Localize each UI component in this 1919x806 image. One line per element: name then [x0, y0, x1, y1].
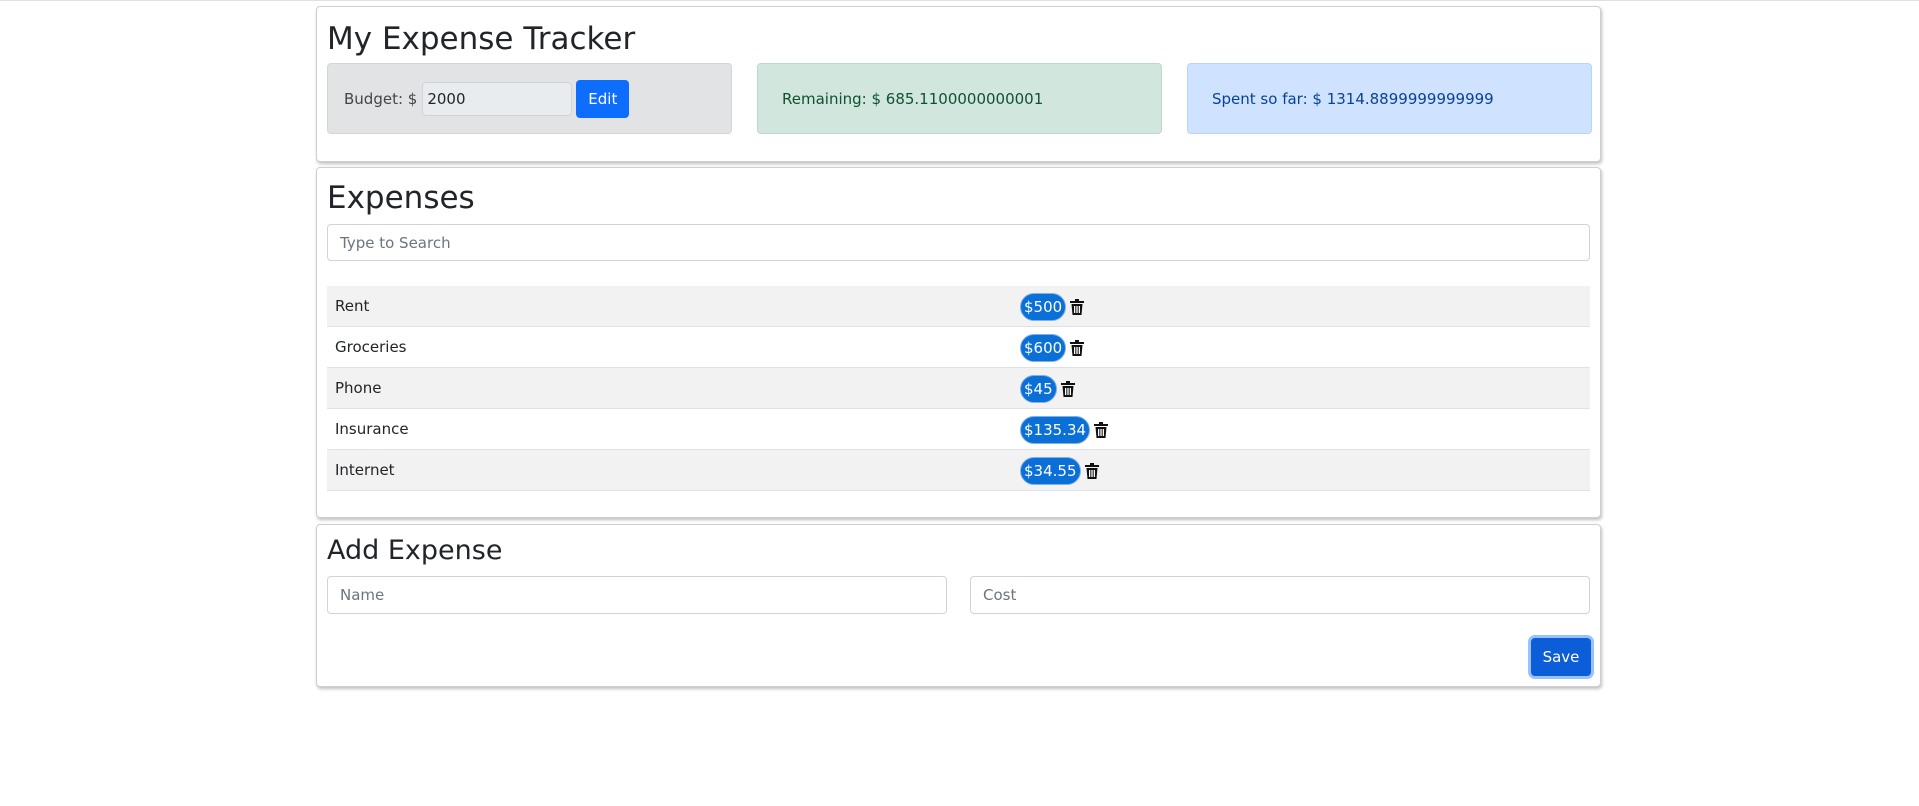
expense-name: Groceries — [335, 338, 407, 356]
expense-cost-badge: $34.55 — [1020, 457, 1081, 485]
remaining-text: Remaining: $ 685.1100000000001 — [782, 89, 1044, 108]
trash-icon[interactable] — [1060, 381, 1075, 397]
expense-row: Insurance $135.34 — [327, 409, 1590, 450]
expense-name: Insurance — [335, 420, 409, 438]
expense-row: Internet $34.55 — [327, 450, 1590, 491]
expense-cost-group: $600 — [1020, 334, 1085, 362]
edit-budget-button[interactable]: Edit — [576, 79, 630, 118]
expense-name: Rent — [335, 297, 370, 315]
summary-card: My Expense Tracker Budget: $ Edit Remain… — [316, 6, 1601, 162]
add-expense-title: Add Expense — [327, 535, 503, 566]
budget-input[interactable] — [422, 81, 573, 116]
expenses-card: Expenses Rent $500 Groceries $600 Phone … — [316, 167, 1601, 518]
remaining-panel: Remaining: $ 685.1100000000001 — [757, 63, 1162, 134]
trash-icon[interactable] — [1084, 463, 1099, 479]
expense-list: Rent $500 Groceries $600 Phone $45 Insur… — [327, 286, 1590, 491]
expense-name: Internet — [335, 461, 395, 479]
budget-panel: Budget: $ Edit — [327, 63, 732, 134]
add-expense-card: Add Expense Save — [316, 524, 1601, 687]
expenses-title: Expenses — [327, 180, 475, 216]
expense-cost-group: $135.34 — [1020, 416, 1109, 444]
expense-cost-badge: $500 — [1020, 293, 1067, 321]
trash-icon[interactable] — [1070, 340, 1085, 356]
budget-label: Budget: $ — [344, 89, 418, 108]
expense-cost-badge: $600 — [1020, 334, 1067, 362]
spent-panel: Spent so far: $ 1314.8899999999999 — [1187, 63, 1592, 134]
expense-cost-badge: $45 — [1020, 375, 1057, 403]
expense-row: Rent $500 — [327, 286, 1590, 327]
expense-name-field[interactable] — [327, 576, 947, 614]
expense-cost-badge: $135.34 — [1020, 416, 1091, 444]
expense-name: Phone — [335, 379, 382, 397]
expense-cost-group: $45 — [1020, 375, 1075, 403]
trash-icon[interactable] — [1070, 299, 1085, 315]
expense-cost-field[interactable] — [970, 576, 1590, 614]
expense-row: Phone $45 — [327, 368, 1590, 409]
expense-row: Groceries $600 — [327, 327, 1590, 368]
search-input[interactable] — [327, 224, 1590, 261]
spent-text: Spent so far: $ 1314.8899999999999 — [1212, 89, 1494, 108]
save-button[interactable]: Save — [1531, 638, 1591, 676]
expense-cost-group: $34.55 — [1020, 457, 1099, 485]
expense-cost-group: $500 — [1020, 293, 1085, 321]
top-divider — [0, 0, 1919, 1]
trash-icon[interactable] — [1094, 422, 1109, 438]
page-title: My Expense Tracker — [327, 21, 636, 57]
